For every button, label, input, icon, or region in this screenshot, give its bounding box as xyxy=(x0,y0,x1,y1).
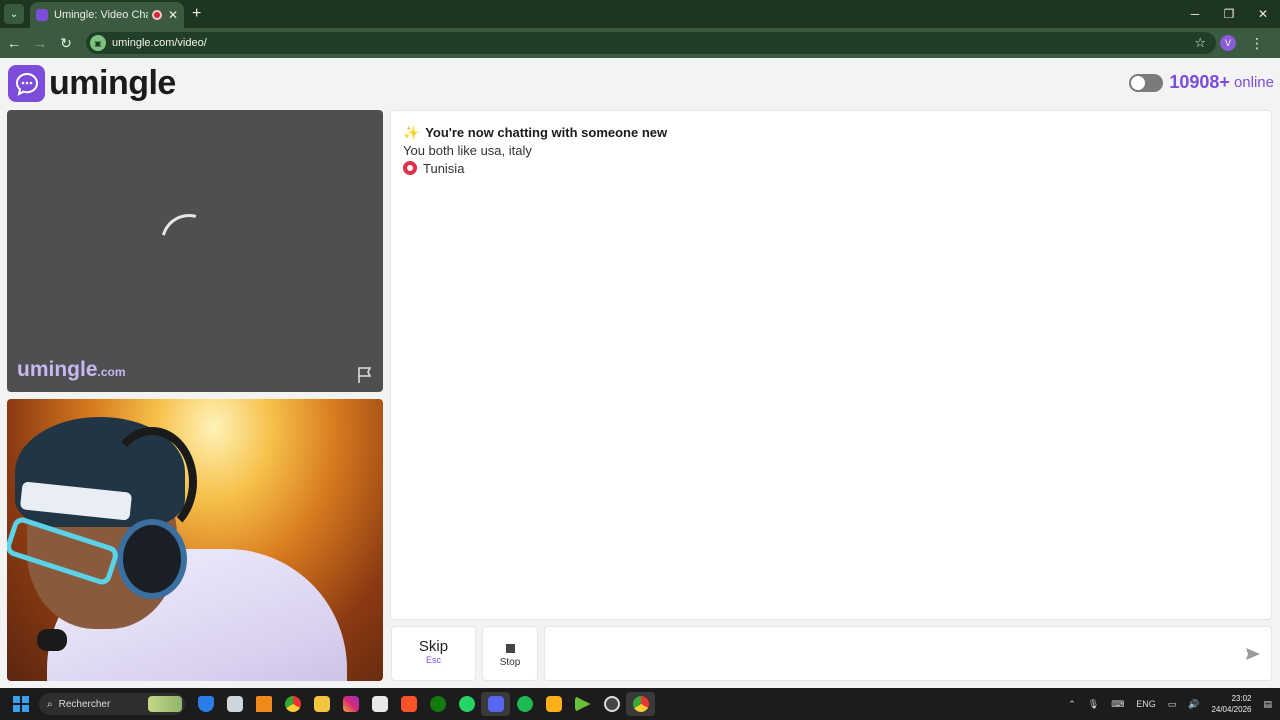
chat-bubble-logo-icon xyxy=(8,65,45,102)
taskbar-folder-icon[interactable] xyxy=(307,692,336,716)
search-highlight-image xyxy=(148,696,182,712)
system-tray: ⌃ 🎙 ⌨ ENG ▭ 🔊 23:02 24/04/2026 ▤ xyxy=(1056,693,1272,715)
tray-volume-icon[interactable]: 🔊 xyxy=(1188,699,1199,710)
clock-date: 24/04/2026 xyxy=(1211,705,1252,714)
restore-button[interactable]: ❐ xyxy=(1212,0,1246,28)
taskbar-security-icon[interactable] xyxy=(191,692,220,716)
taskbar-obs-icon[interactable] xyxy=(597,692,626,716)
connected-text: You're now chatting with someone new xyxy=(425,125,668,140)
page-content: umingle 10908+ online umingle.com ✨ You'r… xyxy=(0,58,1280,688)
watermark-suffix: .com xyxy=(97,365,126,379)
taskbar-instagram-icon[interactable] xyxy=(336,692,365,716)
bookmark-star-icon[interactable]: ☆ xyxy=(1194,35,1206,51)
close-window-button[interactable]: ✕ xyxy=(1246,0,1280,28)
chat-log: ✨ You're now chatting with someone new Yo… xyxy=(390,110,1272,620)
taskbar-xbox-icon[interactable] xyxy=(423,692,452,716)
online-count: 10908+ xyxy=(1169,72,1230,92)
taskbar-vlc-icon[interactable] xyxy=(249,692,278,716)
tab-close-icon[interactable]: ✕ xyxy=(168,8,178,22)
self-video xyxy=(7,399,383,681)
sparkle-icon: ✨ xyxy=(403,125,420,140)
online-indicator: 10908+ online xyxy=(1129,72,1274,93)
tray-mic-icon[interactable]: 🎙 xyxy=(1088,699,1099,710)
self-video-mic xyxy=(37,629,67,651)
self-video-headset xyxy=(117,519,187,599)
minimize-button[interactable]: ─ xyxy=(1178,0,1212,28)
search-icon: ⌕ xyxy=(47,698,53,710)
tab-search-button[interactable]: ⌄ xyxy=(4,4,24,24)
site-logo[interactable]: umingle xyxy=(8,64,176,103)
country-text: Tunisia xyxy=(423,161,465,176)
skip-button[interactable]: Skip Esc xyxy=(391,626,476,681)
stop-icon xyxy=(505,644,515,653)
start-menu-icon[interactable] xyxy=(13,696,29,712)
taskbar-discord-icon[interactable] xyxy=(481,692,510,716)
stranger-video: umingle.com xyxy=(7,110,383,392)
loading-spinner-icon xyxy=(150,203,228,281)
stop-button[interactable]: Stop xyxy=(482,626,538,681)
send-icon[interactable] xyxy=(1245,646,1261,662)
theme-toggle[interactable] xyxy=(1129,73,1164,92)
taskbar-spotify-icon[interactable] xyxy=(510,692,539,716)
common-interests-message: You both like usa, italy xyxy=(403,143,532,158)
tunisia-flag-icon xyxy=(403,161,417,175)
taskbar-rockstar-icon[interactable] xyxy=(539,692,568,716)
stop-label: Stop xyxy=(499,657,521,668)
online-label: online xyxy=(1233,74,1274,91)
back-button[interactable]: ← xyxy=(2,35,26,51)
watermark-main: umingle xyxy=(17,358,98,381)
taskbar-search-label: Rechercher xyxy=(58,698,111,710)
message-input[interactable] xyxy=(545,627,1225,680)
skip-label: Skip xyxy=(418,638,449,655)
profile-avatar[interactable]: V xyxy=(1220,35,1236,51)
taskbar-chrome-icon[interactable] xyxy=(278,692,307,716)
tab-title: Umingle: Video Chat with S xyxy=(54,9,148,21)
umingle-favicon-icon xyxy=(36,9,48,21)
site-info-icon[interactable]: ▣ xyxy=(90,35,106,51)
clock-time: 23:02 xyxy=(1231,694,1252,703)
new-tab-button[interactable]: + xyxy=(192,5,201,23)
address-bar[interactable]: ▣ umingle.com/video/ ☆ xyxy=(86,32,1216,54)
url-text: umingle.com/video/ xyxy=(112,37,207,49)
browser-tab[interactable]: Umingle: Video Chat with S ✕ xyxy=(30,2,184,28)
reload-button[interactable]: ↻ xyxy=(54,35,78,52)
logo-text: umingle xyxy=(49,64,176,102)
chat-system-message: ✨ You're now chatting with someone new xyxy=(403,124,1259,142)
taskbar-store-icon[interactable] xyxy=(365,692,394,716)
tray-network-icon[interactable]: ▭ xyxy=(1168,699,1177,710)
video-watermark: umingle.com xyxy=(17,358,126,382)
taskbar-chrome-profile-icon[interactable] xyxy=(626,692,655,716)
taskbar-explorer-icon[interactable] xyxy=(220,692,249,716)
taskbar-apps xyxy=(191,692,655,716)
taskbar-search[interactable]: ⌕ Rechercher xyxy=(39,693,185,715)
skip-shortcut: Esc xyxy=(425,655,441,665)
browser-toolbar: ← → ↻ ▣ umingle.com/video/ ☆ V ⋮ xyxy=(0,28,1280,58)
taskbar-brave-icon[interactable] xyxy=(394,692,423,716)
recording-indicator-icon xyxy=(151,10,162,20)
browser-tab-bar: ⌄ Umingle: Video Chat with S ✕ + ─ ❐ ✕ xyxy=(0,0,1280,28)
taskbar-whatsapp-icon[interactable] xyxy=(452,692,481,716)
forward-button[interactable]: → xyxy=(28,35,52,51)
tray-clock[interactable]: 23:02 24/04/2026 xyxy=(1211,693,1251,715)
taskbar-media-icon[interactable] xyxy=(568,692,597,716)
tray-keyboard-icon[interactable]: ⌨ xyxy=(1111,699,1124,710)
tray-overflow-icon[interactable]: ⌃ xyxy=(1068,699,1076,710)
report-flag-icon[interactable] xyxy=(356,366,374,384)
message-box xyxy=(544,626,1272,681)
notification-icon[interactable]: ▤ xyxy=(1263,699,1272,710)
country-message: Tunisia xyxy=(403,160,1259,178)
browser-menu-icon[interactable]: ⋮ xyxy=(1250,35,1264,52)
window-controls: ─ ❐ ✕ xyxy=(1178,0,1280,28)
tray-language[interactable]: ENG xyxy=(1136,699,1156,709)
windows-taskbar: ⌕ Rechercher ⌃ 🎙 ⌨ ENG ▭ 🔊 23:02 24/04/2… xyxy=(0,688,1280,720)
